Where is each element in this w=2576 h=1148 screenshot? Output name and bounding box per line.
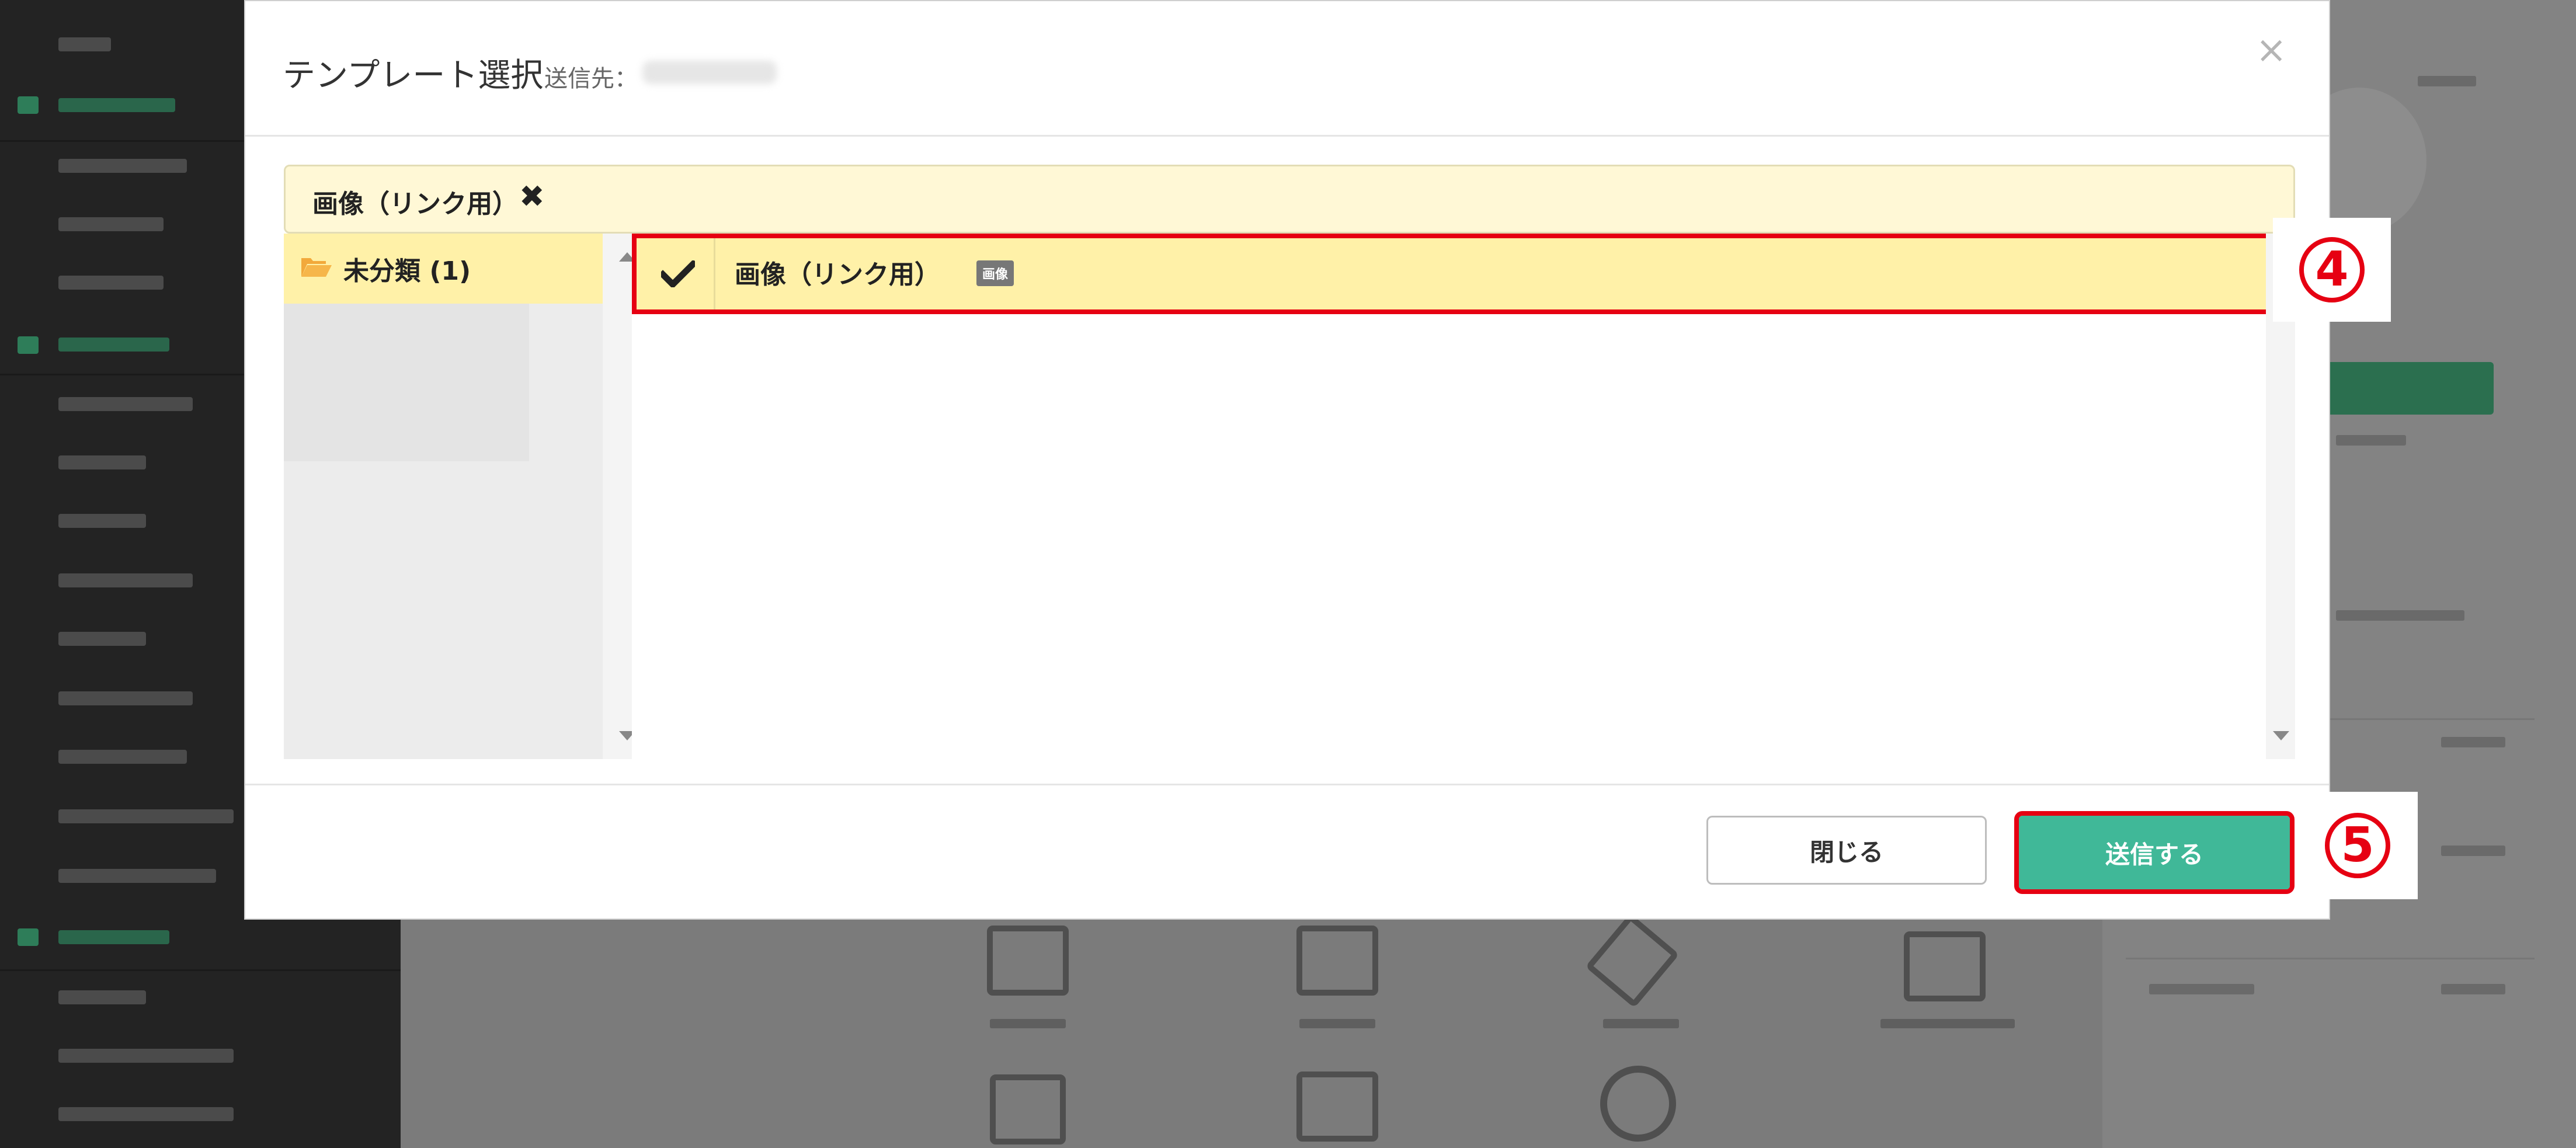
bg-megaphone-icon [990,1074,1066,1144]
step-4-callout: 4 [2273,218,2391,322]
folder-item-uncategorized[interactable]: 未分類 (1) [284,234,603,304]
bg-chip [2336,610,2464,621]
template-name: 画像（リンク用） [735,260,940,290]
bg-nav-section [58,98,175,112]
bg-nav-item [58,573,193,587]
bg-nav-icon [18,928,39,946]
bg-nav-item [58,514,146,528]
bg-nav-section [58,338,169,352]
bg-icon-label [1880,1019,2015,1028]
bg-memo-icon [1296,926,1378,996]
bg-nav-item [58,809,234,823]
bg-chip [2149,984,2254,994]
template-select-modal: テンプレート選択 送信先： × 画像（リンク用） ✖ 未分類 (1) 画像（リン… [244,0,2330,920]
recipient-name-redacted [642,61,777,84]
bg-nav-section [58,930,169,944]
check-icon [661,260,695,287]
bg-nav-item [58,276,164,290]
bg-nav-item [58,397,193,411]
bg-nav-icon [18,336,39,354]
modal-title: テンプレート選択 [283,57,544,95]
folder-label: 未分類 (1) [343,256,471,286]
bg-nav-item [58,1049,234,1063]
selected-template-label: 画像（リンク用） [312,189,518,219]
bg-nav-item [58,990,146,1004]
bg-edit-chip [2418,76,2476,86]
bg-icon-label [990,1019,1066,1028]
bg-nav-item [58,37,111,51]
folder-list: 未分類 (1) [284,234,603,759]
template-list: 画像（リンク用） 画像 [632,234,2295,759]
close-button[interactable]: 閉じる [1706,816,1987,885]
folder-scrollbar[interactable] [603,234,635,759]
bg-comment-icon [987,926,1069,996]
template-row[interactable]: 画像（リンク用） 画像 [632,234,2282,314]
bg-divider [2126,958,2535,959]
step-5-number: 5 [2325,813,2390,878]
bg-nav-item [58,159,187,173]
folder-open-icon [301,258,332,277]
bg-calendar-icon [1904,931,1986,1001]
bg-nav-item [58,1107,234,1121]
bg-edit-chip [2441,984,2505,994]
bg-chip [2336,435,2406,446]
step-4-number: 4 [2299,237,2365,302]
bg-nav-item [58,750,187,764]
bg-nav-icon [18,96,39,114]
bg-nav-item [58,691,193,705]
bg-nav-item [58,632,146,646]
step-5-callout: 5 [2297,792,2418,899]
folder-list-empty-area [284,304,529,461]
scroll-down-icon[interactable] [2273,731,2289,740]
recipient-label: 送信先： [544,65,638,92]
row-check-cell[interactable] [637,238,715,309]
bg-nav-item [58,455,146,469]
bg-block-icon [1600,1066,1676,1142]
bg-edit-chip [2441,737,2505,747]
bg-edit-icon [1296,1072,1378,1142]
bg-nav-item [58,869,216,883]
bg-nav-item [58,217,164,231]
template-type-badge: 画像 [976,260,1014,286]
send-button[interactable]: 送信する [2014,811,2295,894]
bg-icon-label [1603,1019,1679,1028]
modal-footer: 閉じる 送信する [245,784,2329,921]
selected-template-bar: 画像（リンク用） ✖ [284,165,2295,234]
remove-icon[interactable]: ✖ [519,179,545,214]
modal-header: テンプレート選択 送信先： × [245,1,2329,137]
bg-separator [0,969,401,971]
close-icon[interactable]: × [2255,32,2287,69]
bg-edit-chip [2441,846,2505,856]
bg-icon-label [1299,1019,1375,1028]
